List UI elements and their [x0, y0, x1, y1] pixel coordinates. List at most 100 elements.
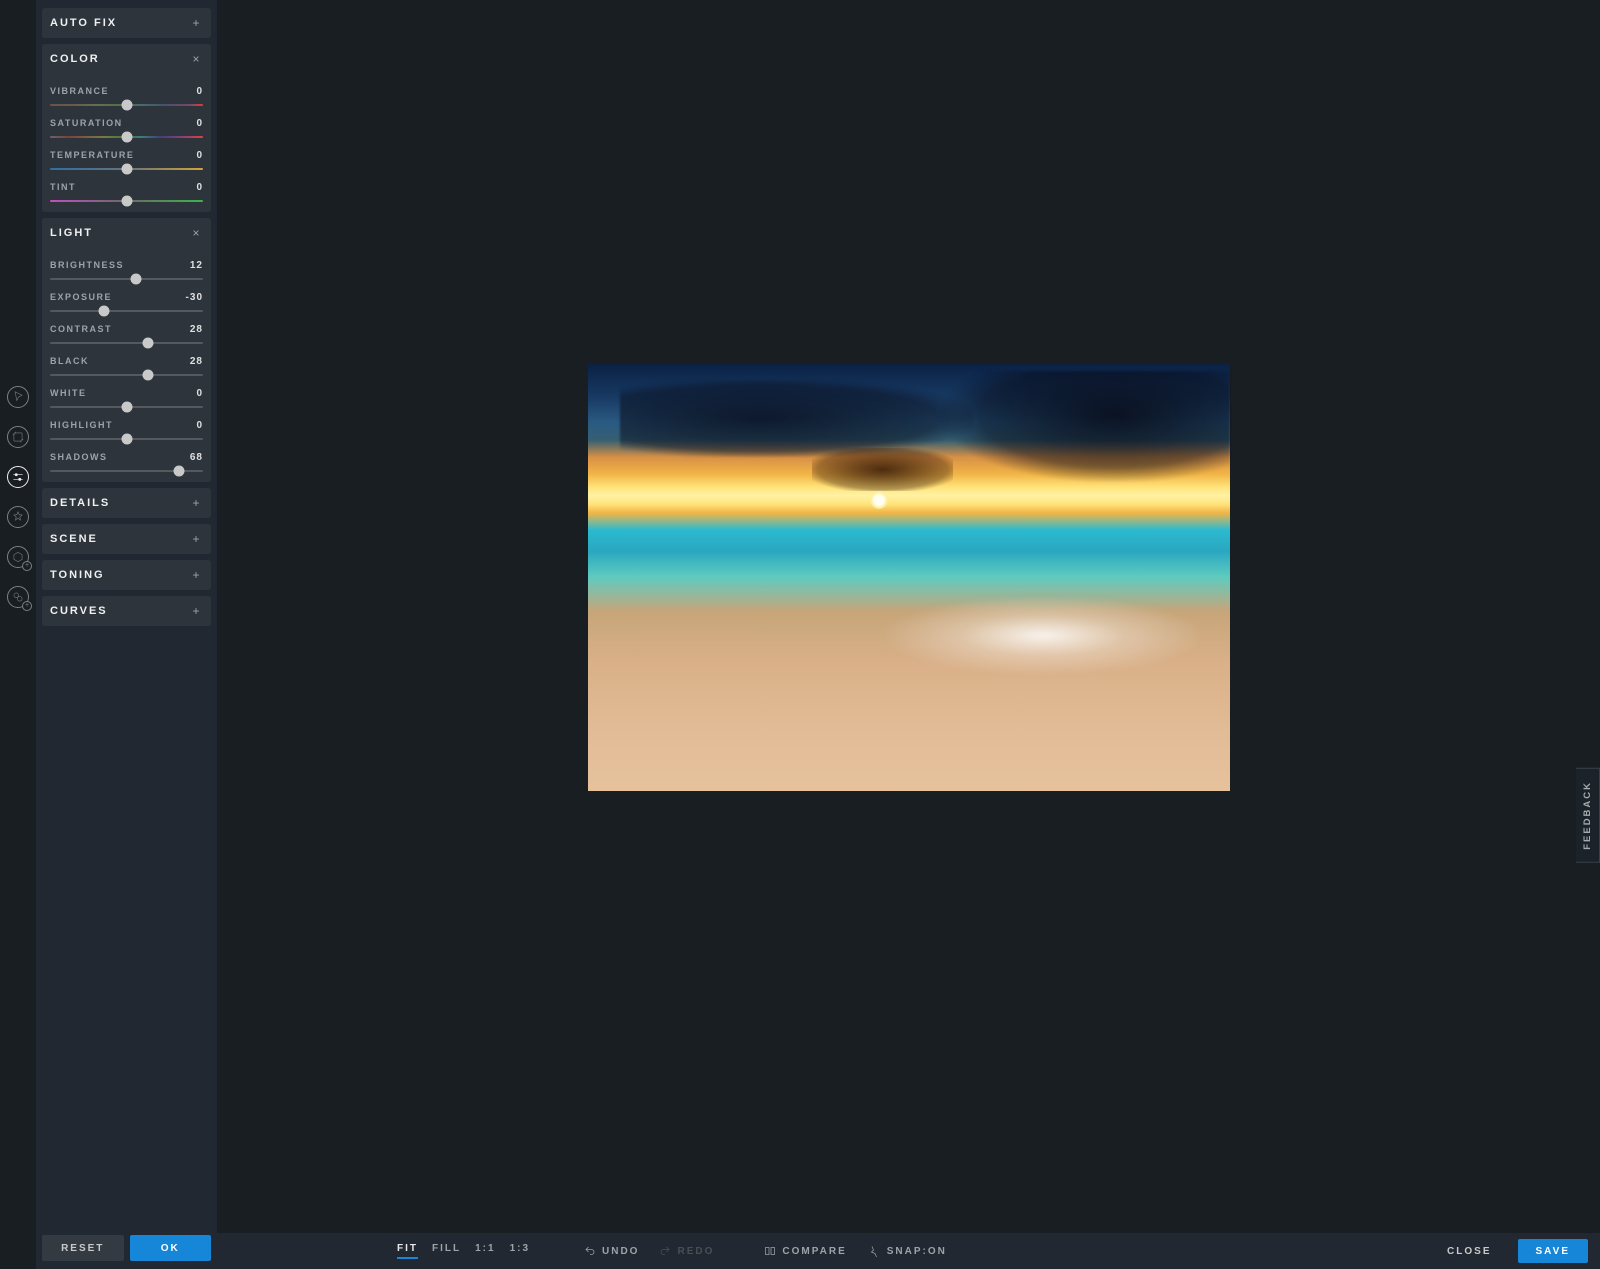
slider-tint: TINT 0	[50, 182, 203, 202]
panel-body-light: BRIGHTNESS12EXPOSURE-30CONTRAST28BLACK28…	[42, 260, 211, 482]
ok-button[interactable]: OK	[130, 1235, 212, 1261]
panel-title: COLOR	[50, 53, 100, 65]
adjust-icon[interactable]	[7, 466, 29, 488]
slider-contrast: CONTRAST28	[50, 324, 203, 344]
slider-label: EXPOSURE	[50, 292, 112, 302]
panel-header-autofix[interactable]: AUTO FIX +	[42, 8, 211, 38]
slider-track[interactable]	[50, 310, 203, 312]
slider-thumb[interactable]	[142, 338, 153, 349]
slider-track[interactable]	[50, 104, 203, 106]
feedback-tab[interactable]: FEEDBACK	[1576, 768, 1600, 863]
slider-brightness: BRIGHTNESS 12	[50, 260, 203, 280]
zoom-1-1[interactable]: 1:1	[475, 1243, 495, 1259]
slider-temperature: TEMPERATURE 0	[50, 150, 203, 170]
slider-track[interactable]	[50, 374, 203, 376]
redo-button: REDO	[659, 1245, 714, 1257]
slider-label: TINT	[50, 182, 76, 192]
slider-thumb[interactable]	[121, 164, 132, 175]
panel-color: COLOR × VIBRANCE0SATURATION0TEMPERATURE0…	[42, 44, 211, 212]
slider-value: 0	[196, 150, 203, 161]
slider-value: 28	[190, 324, 203, 335]
save-button[interactable]: SAVE	[1518, 1239, 1589, 1263]
undo-label: UNDO	[602, 1246, 639, 1257]
canvas-area: FIT FILL 1:1 1:3 UNDO REDO COMPARE SNAP:…	[217, 0, 1600, 1269]
expand-icon[interactable]: +	[189, 568, 203, 582]
panel-header-toning[interactable]: TONING +	[42, 560, 211, 590]
zoom-fill[interactable]: FILL	[432, 1243, 461, 1259]
expand-icon[interactable]: +	[189, 496, 203, 510]
slider-label: TEMPERATURE	[50, 150, 134, 160]
panel-title: AUTO FIX	[50, 17, 117, 29]
bottom-bar: FIT FILL 1:1 1:3 UNDO REDO COMPARE SNAP:…	[217, 1233, 1600, 1269]
slider-track[interactable]	[50, 278, 203, 280]
history-group: UNDO REDO	[584, 1245, 714, 1257]
snap-label: SNAP:ON	[887, 1246, 947, 1257]
zoom-1-3[interactable]: 1:3	[510, 1243, 530, 1259]
panel-header-light[interactable]: LIGHT ×	[42, 218, 211, 248]
retouch-icon[interactable]: +	[7, 586, 29, 608]
slider-label: BRIGHTNESS	[50, 260, 124, 270]
redo-label: REDO	[677, 1246, 714, 1257]
close-icon[interactable]: ×	[189, 226, 203, 240]
slider-label: BLACK	[50, 356, 89, 366]
slider-track[interactable]	[50, 136, 203, 138]
compare-button[interactable]: COMPARE	[764, 1245, 846, 1257]
close-icon[interactable]: ×	[189, 52, 203, 66]
slider-label: VIBRANCE	[50, 86, 109, 96]
cursor-icon[interactable]	[7, 386, 29, 408]
slider-thumb[interactable]	[173, 466, 184, 477]
panel-title: TONING	[50, 569, 105, 581]
slider-thumb[interactable]	[121, 132, 132, 143]
panel-curves: CURVES +	[42, 596, 211, 626]
slider-track[interactable]	[50, 200, 203, 202]
panel-header-color[interactable]: COLOR ×	[42, 44, 211, 74]
slider-value: 12	[190, 260, 203, 271]
slider-label: SHADOWS	[50, 452, 108, 462]
slider-thumb[interactable]	[121, 402, 132, 413]
slider-thumb[interactable]	[98, 306, 109, 317]
slider-track[interactable]	[50, 168, 203, 170]
undo-button[interactable]: UNDO	[584, 1245, 639, 1257]
slider-shadows: SHADOWS 68	[50, 452, 203, 472]
slider-label: WHITE	[50, 388, 87, 398]
expand-icon[interactable]: +	[189, 16, 203, 30]
edited-image	[588, 363, 1230, 791]
slider-thumb[interactable]	[130, 274, 141, 285]
panel-title: SCENE	[50, 533, 98, 545]
effects-icon[interactable]	[7, 506, 29, 528]
zoom-fit[interactable]: FIT	[397, 1243, 418, 1259]
snap-button[interactable]: SNAP:ON	[869, 1245, 947, 1257]
compare-label: COMPARE	[782, 1246, 846, 1257]
reset-button[interactable]: RESET	[42, 1235, 124, 1261]
crop-icon[interactable]	[7, 426, 29, 448]
panel-scene: SCENE +	[42, 524, 211, 554]
tool-group: COMPARE SNAP:ON	[764, 1245, 947, 1257]
slider-track[interactable]	[50, 342, 203, 344]
slider-track[interactable]	[50, 470, 203, 472]
slider-black: BLACK28	[50, 356, 203, 376]
close-button[interactable]: CLOSE	[1429, 1239, 1509, 1263]
zoom-group: FIT FILL 1:1 1:3	[397, 1243, 530, 1259]
panel-header-curves[interactable]: CURVES +	[42, 596, 211, 626]
panel-header-scene[interactable]: SCENE +	[42, 524, 211, 554]
expand-icon[interactable]: +	[189, 532, 203, 546]
slider-thumb[interactable]	[142, 370, 153, 381]
slider-white: WHITE0	[50, 388, 203, 408]
snap-icon	[869, 1245, 881, 1257]
element-icon[interactable]: +	[7, 546, 29, 568]
panel-header-details[interactable]: DETAILS +	[42, 488, 211, 518]
slider-value: 0	[196, 182, 203, 193]
slider-thumb[interactable]	[121, 434, 132, 445]
slider-highlight: HIGHLIGHT 0	[50, 420, 203, 440]
slider-thumb[interactable]	[121, 100, 132, 111]
expand-icon[interactable]: +	[189, 604, 203, 618]
canvas-viewport[interactable]	[217, 0, 1600, 1233]
slider-value: 68	[190, 452, 203, 463]
slider-vibrance: VIBRANCE0	[50, 86, 203, 106]
slider-label: HIGHLIGHT	[50, 420, 113, 430]
slider-thumb[interactable]	[121, 196, 132, 207]
slider-value: 0	[196, 420, 203, 431]
slider-track[interactable]	[50, 438, 203, 440]
panel-footer: RESET OK	[42, 1231, 211, 1261]
slider-track[interactable]	[50, 406, 203, 408]
